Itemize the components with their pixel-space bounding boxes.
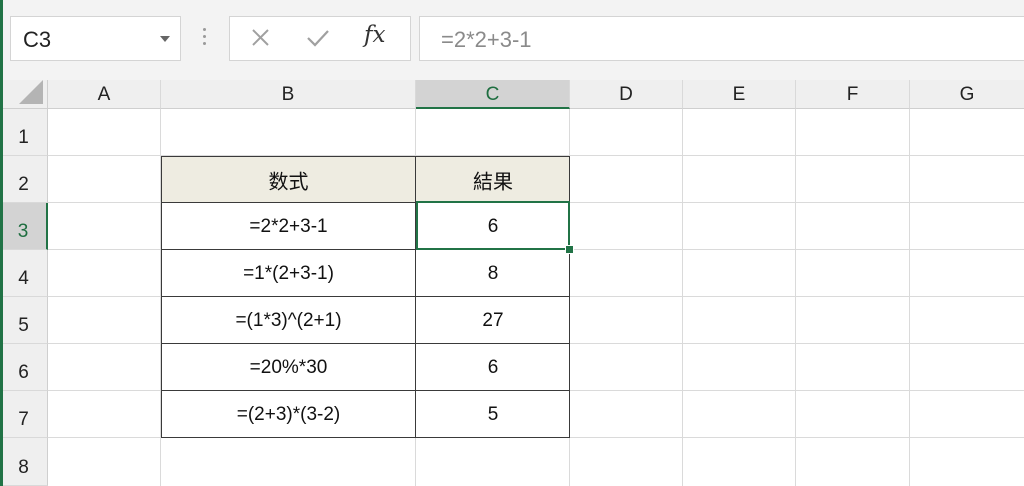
row-header-3[interactable]: 3 xyxy=(0,203,48,250)
formula-input[interactable]: =2*2+3-1 xyxy=(419,16,1024,61)
name-box-value: C3 xyxy=(23,27,52,52)
formula-buttons: fx xyxy=(229,16,411,61)
chevron-down-icon[interactable] xyxy=(160,36,170,42)
more-options-icon[interactable] xyxy=(203,28,207,50)
table-divider xyxy=(161,343,570,344)
row-number: 5 xyxy=(18,315,29,336)
check-icon[interactable] xyxy=(296,17,340,60)
column-header-g[interactable]: G xyxy=(910,80,1024,109)
row-header-5[interactable]: 5 xyxy=(0,297,48,344)
column-header-f[interactable]: F xyxy=(796,80,910,109)
row-number: 8 xyxy=(18,457,29,478)
fill-handle[interactable] xyxy=(565,245,574,254)
gridline xyxy=(682,109,683,486)
row-number: 6 xyxy=(18,362,29,383)
column-header-d[interactable]: D xyxy=(570,80,683,109)
select-all-button[interactable] xyxy=(0,80,48,109)
column-header-c[interactable]: C xyxy=(416,80,570,109)
gridline xyxy=(909,109,910,486)
row-number: 4 xyxy=(18,268,29,289)
row-header-2[interactable]: 2 xyxy=(0,156,48,203)
table-border xyxy=(161,156,570,438)
name-box[interactable]: C3 xyxy=(10,16,181,61)
column-header-b[interactable]: B xyxy=(161,80,416,109)
insert-function-button[interactable]: fx xyxy=(364,22,385,48)
table-divider xyxy=(415,156,416,438)
formula-text: =2*2+3-1 xyxy=(441,27,532,52)
row-number: 7 xyxy=(18,409,29,430)
column-header-e[interactable]: E xyxy=(683,80,796,109)
row-number: 1 xyxy=(18,127,29,148)
column-header-a[interactable]: A xyxy=(48,80,161,109)
row-header-4[interactable]: 4 xyxy=(0,250,48,297)
formula-bar-area: C3 fx =2*2+3-1 xyxy=(0,0,1024,80)
row-number: 2 xyxy=(18,174,29,195)
row-number: 3 xyxy=(17,221,29,242)
table-divider xyxy=(161,390,570,391)
close-icon[interactable] xyxy=(240,17,284,60)
table-divider xyxy=(161,296,570,297)
window-edge xyxy=(0,0,3,486)
gridline xyxy=(795,109,796,486)
row-header-8[interactable]: 8 xyxy=(0,438,48,486)
row-header-1[interactable]: 1 xyxy=(0,109,48,156)
row-header-7[interactable]: 7 xyxy=(0,391,48,438)
active-cell-selection[interactable] xyxy=(416,201,570,250)
row-header-6[interactable]: 6 xyxy=(0,344,48,391)
